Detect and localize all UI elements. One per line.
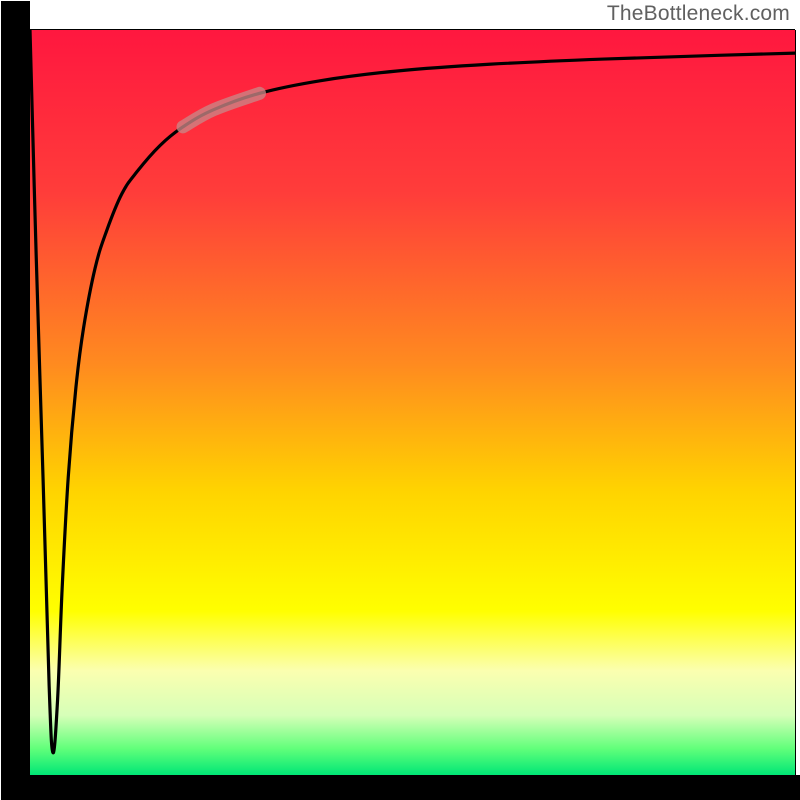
bottleneck-chart: [0, 0, 800, 800]
chart-container: { "attribution": "TheBottleneck.com", "c…: [0, 0, 800, 800]
frame-left: [1, 1, 30, 800]
frame-right: [795, 30, 796, 775]
frame-top: [30, 29, 795, 30]
plot-background: [30, 30, 795, 775]
frame-bottom: [1, 775, 800, 800]
